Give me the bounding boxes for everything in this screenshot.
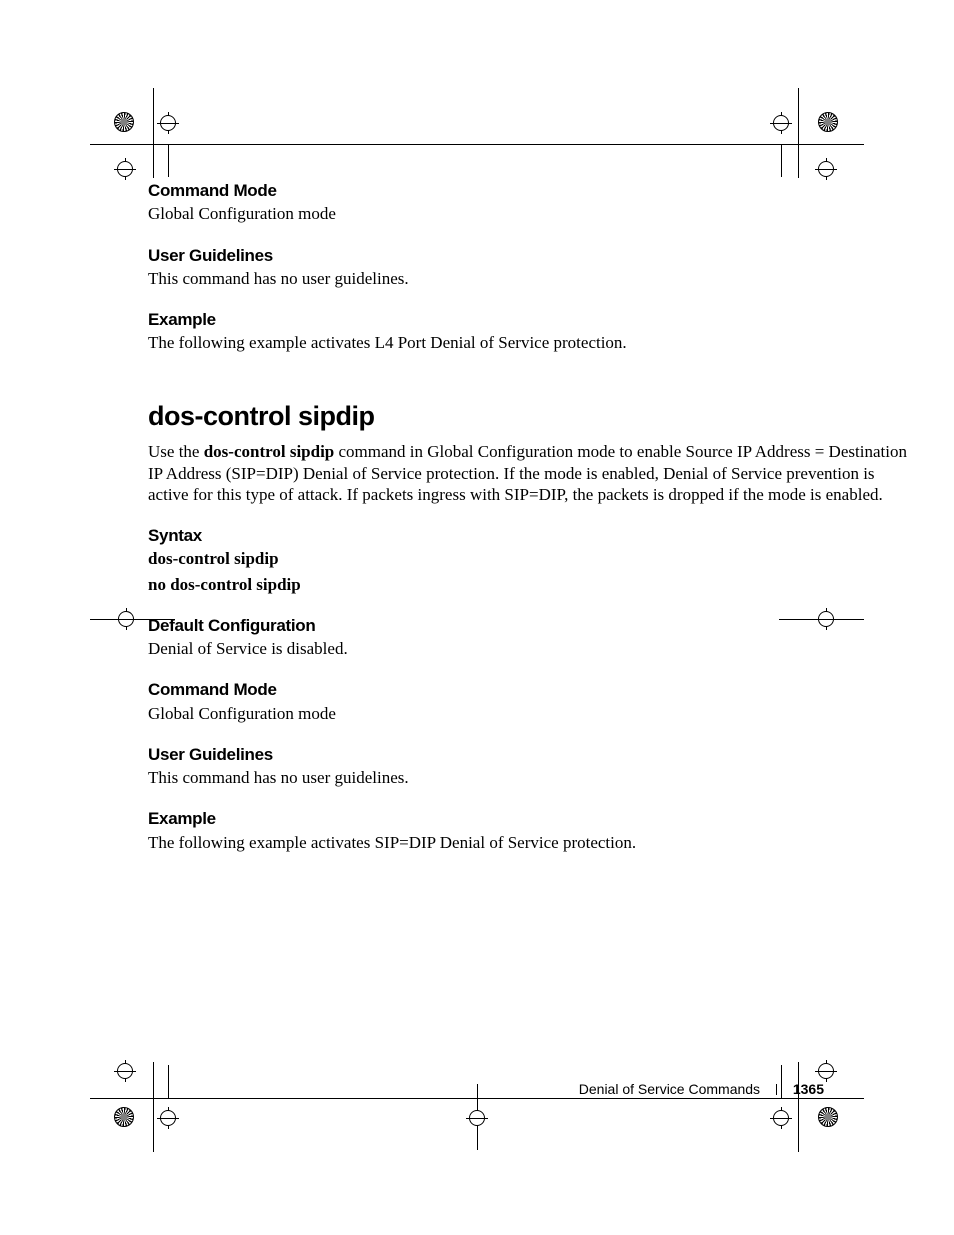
crosshair-icon <box>815 608 837 630</box>
heading-command-mode: Command Mode <box>148 180 918 201</box>
body-text: This command has no user guidelines. <box>148 767 918 788</box>
registration-mark-icon <box>114 1107 134 1127</box>
crop-line-icon <box>798 1062 799 1152</box>
crosshair-icon <box>466 1107 488 1129</box>
syntax-line: dos-control sipdip <box>148 548 918 569</box>
page-footer: Denial of Service Commands 1365 <box>579 1081 824 1097</box>
footer-separator-icon <box>776 1084 777 1095</box>
crosshair-icon <box>770 112 792 134</box>
page-content: Command Mode Global Configuration mode U… <box>148 0 918 853</box>
body-text: The following example activates L4 Port … <box>148 332 918 353</box>
body-text: Denial of Service is disabled. <box>148 638 918 659</box>
crop-line-icon <box>781 144 782 177</box>
crosshair-icon <box>114 158 136 180</box>
heading-example: Example <box>148 808 918 829</box>
command-title: dos-control sipdip <box>148 400 918 434</box>
body-text: Global Configuration mode <box>148 203 918 224</box>
registration-mark-icon <box>114 112 134 132</box>
heading-default-configuration: Default Configuration <box>148 615 918 636</box>
crop-line-icon <box>153 1062 154 1152</box>
crosshair-icon <box>114 1060 136 1082</box>
crosshair-icon <box>157 112 179 134</box>
crop-line-icon <box>168 144 169 177</box>
body-text: This command has no user guidelines. <box>148 268 918 289</box>
crosshair-icon <box>815 158 837 180</box>
syntax-line: no dos-control sipdip <box>148 574 918 595</box>
body-text: The following example activates SIP=DIP … <box>148 832 918 853</box>
body-text: Global Configuration mode <box>148 703 918 724</box>
command-intro: Use the dos-control sipdip command in Gl… <box>148 441 918 505</box>
crop-line-icon <box>781 1065 782 1098</box>
heading-command-mode: Command Mode <box>148 679 918 700</box>
registration-mark-icon <box>818 1107 838 1127</box>
heading-user-guidelines: User Guidelines <box>148 744 918 765</box>
crop-line-icon <box>90 144 864 145</box>
crosshair-icon <box>815 1060 837 1082</box>
registration-mark-icon <box>818 112 838 132</box>
heading-user-guidelines: User Guidelines <box>148 245 918 266</box>
intro-prefix: Use the <box>148 442 204 461</box>
crop-line-icon <box>798 88 799 178</box>
crosshair-icon <box>115 608 137 630</box>
heading-example: Example <box>148 309 918 330</box>
intro-bold: dos-control sipdip <box>204 442 335 461</box>
heading-syntax: Syntax <box>148 525 918 546</box>
footer-chapter: Denial of Service Commands <box>579 1081 760 1097</box>
crosshair-icon <box>157 1107 179 1129</box>
crop-line-icon <box>153 88 154 178</box>
crop-line-icon <box>168 1065 169 1098</box>
crosshair-icon <box>770 1107 792 1129</box>
